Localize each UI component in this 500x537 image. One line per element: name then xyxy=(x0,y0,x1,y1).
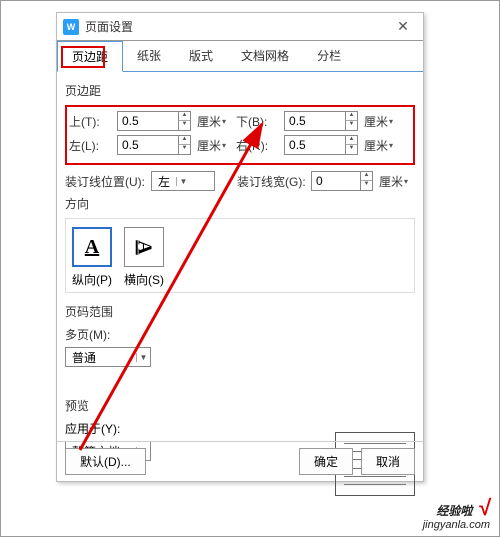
portrait-icon: A xyxy=(72,227,112,267)
tab-grid[interactable]: 文档网格 xyxy=(227,41,303,71)
bottom-label: 下(B): xyxy=(236,113,280,130)
landscape-option[interactable]: A 横向(S) xyxy=(124,227,164,288)
check-icon: √ xyxy=(478,495,490,520)
top-input[interactable] xyxy=(118,112,178,130)
gutter-pos-value: 左 xyxy=(152,173,176,190)
gutter-width-spinner[interactable]: ▲▼ xyxy=(311,171,373,191)
gutter-spin-buttons[interactable]: ▲▼ xyxy=(360,172,372,190)
orientation-group-label: 方向 xyxy=(65,195,415,212)
bottom-spin-buttons[interactable]: ▲▼ xyxy=(345,112,357,130)
dialog-title: 页面设置 xyxy=(85,18,383,35)
landscape-icon: A xyxy=(124,227,164,267)
bottom-input[interactable] xyxy=(285,112,345,130)
chevron-down-icon: ▼ xyxy=(136,353,150,362)
left-spinner[interactable]: ▲▼ xyxy=(117,135,191,155)
gutter-pos-select[interactable]: 左 ▼ xyxy=(151,171,215,191)
dialog-content: 页边距 上(T): ▲▼ 厘米▾ 下(B): ▲▼ 厘米▾ 左(L): xyxy=(57,72,423,504)
margins-highlight: 上(T): ▲▼ 厘米▾ 下(B): ▲▼ 厘米▾ 左(L): ▲▼ xyxy=(65,105,415,165)
close-button[interactable]: ✕ xyxy=(383,13,423,40)
pages-group-label: 页码范围 xyxy=(65,303,415,320)
landscape-label: 横向(S) xyxy=(124,271,164,288)
margins-group-label: 页边距 xyxy=(65,82,415,99)
tab-layout[interactable]: 版式 xyxy=(175,41,227,71)
ok-button[interactable]: 确定 xyxy=(299,448,353,475)
tab-margins[interactable]: 页边距 xyxy=(57,41,123,72)
page-setup-dialog: W 页面设置 ✕ 页边距 纸张 版式 文档网格 分栏 页边距 上(T): ▲▼ … xyxy=(56,12,424,482)
left-label: 左(L): xyxy=(69,137,113,154)
right-unit[interactable]: 厘米▾ xyxy=(364,137,393,154)
apply-to-label: 应用于(Y): xyxy=(65,420,327,437)
multi-page-value: 普通 xyxy=(66,349,136,366)
top-spinner[interactable]: ▲▼ xyxy=(117,111,191,131)
left-unit[interactable]: 厘米▾ xyxy=(197,137,226,154)
right-spin-buttons[interactable]: ▲▼ xyxy=(345,136,357,154)
app-icon: W xyxy=(63,19,79,35)
right-input[interactable] xyxy=(285,136,345,154)
top-label: 上(T): xyxy=(69,113,113,130)
portrait-option[interactable]: A 纵向(P) xyxy=(72,227,112,288)
top-spin-buttons[interactable]: ▲▼ xyxy=(178,112,190,130)
watermark: 经验啦 √ jingyanla.com xyxy=(423,495,490,531)
orientation-group: A 纵向(P) A 横向(S) xyxy=(65,218,415,293)
gutter-width-input[interactable] xyxy=(312,172,360,190)
preview-group-label: 预览 xyxy=(65,397,415,414)
bottom-spinner[interactable]: ▲▼ xyxy=(284,111,358,131)
gutter-unit[interactable]: 厘米▾ xyxy=(379,173,408,190)
cancel-button[interactable]: 取消 xyxy=(361,448,415,475)
portrait-label: 纵向(P) xyxy=(72,271,112,288)
bottom-unit[interactable]: 厘米▾ xyxy=(364,113,393,130)
left-spin-buttons[interactable]: ▲▼ xyxy=(178,136,190,154)
chevron-down-icon: ▼ xyxy=(176,177,190,186)
default-button[interactable]: 默认(D)... xyxy=(65,448,146,475)
gutter-width-label: 装订线宽(G): xyxy=(237,173,307,190)
gutter-pos-label: 装订线位置(U): xyxy=(65,173,147,190)
left-input[interactable] xyxy=(118,136,178,154)
button-bar: 默认(D)... 确定 取消 xyxy=(57,441,423,481)
multi-page-select[interactable]: 普通 ▼ xyxy=(65,347,151,367)
top-unit[interactable]: 厘米▾ xyxy=(197,113,226,130)
right-label: 右(R): xyxy=(236,137,280,154)
tab-columns[interactable]: 分栏 xyxy=(303,41,355,71)
right-spinner[interactable]: ▲▼ xyxy=(284,135,358,155)
titlebar: W 页面设置 ✕ xyxy=(57,13,423,41)
multi-page-label: 多页(M): xyxy=(65,326,117,343)
tab-paper[interactable]: 纸张 xyxy=(123,41,175,71)
tab-strip: 页边距 纸张 版式 文档网格 分栏 xyxy=(57,41,423,72)
